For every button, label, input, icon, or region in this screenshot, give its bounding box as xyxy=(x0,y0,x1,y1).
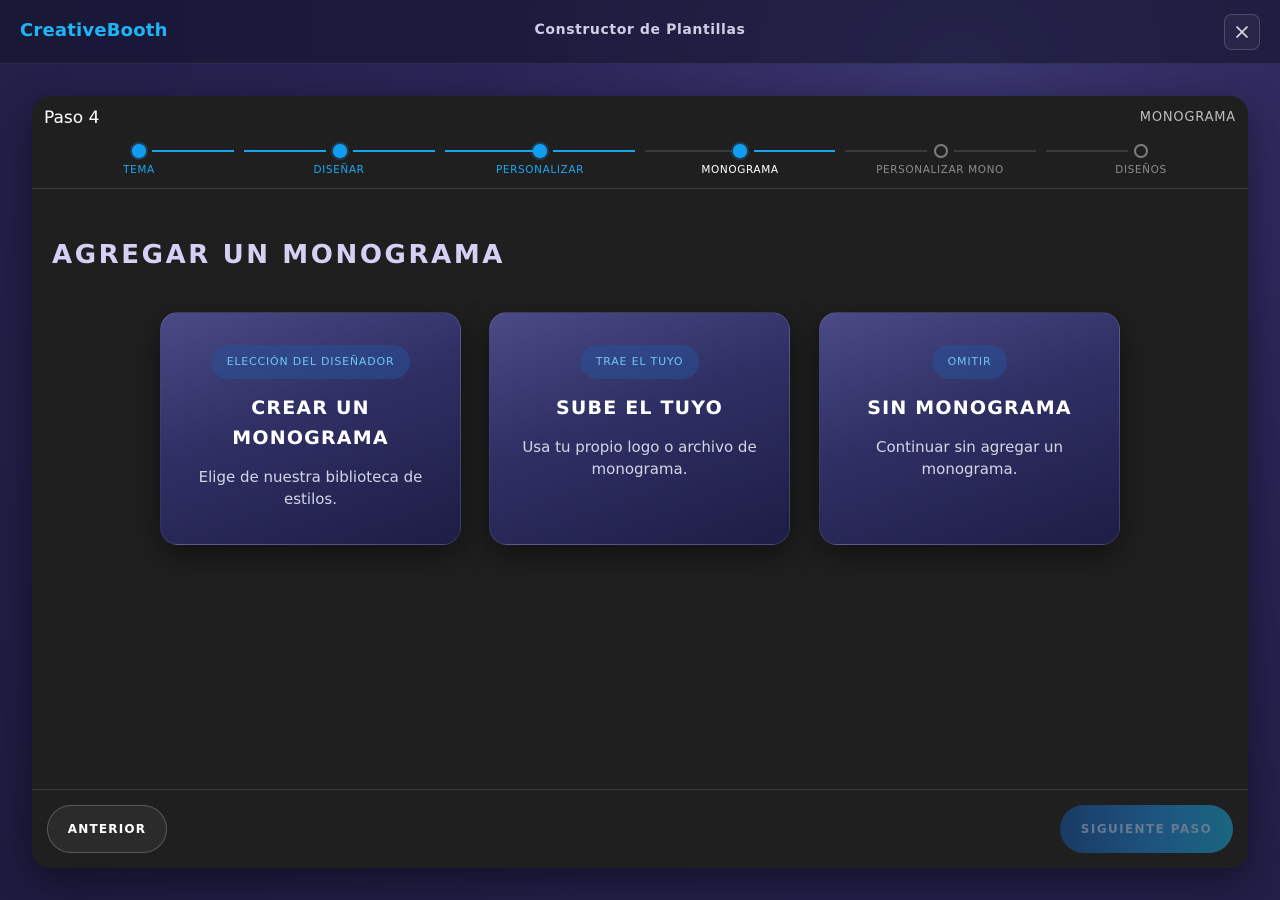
card-description: Continuar sin agregar un monograma. xyxy=(875,438,1064,478)
previous-button[interactable]: ANTERIOR xyxy=(47,805,167,853)
card-title: CREAR UN MONOGRAMA xyxy=(232,397,389,449)
close-icon xyxy=(1236,26,1248,38)
card-badge: TRAE EL TUYO xyxy=(579,345,700,379)
step-dot-tema[interactable] xyxy=(132,144,146,158)
stepper-connector xyxy=(845,150,927,152)
top-bar: CreativeBooth Constructor de Plantillas xyxy=(0,0,1280,64)
stepper-connector xyxy=(553,150,635,152)
step-name-tema[interactable]: TEMA xyxy=(39,164,239,176)
wizard-panel: Paso 4 MONOGRAMA TEMA DISEÑAR PERSONALIZ… xyxy=(32,96,1248,868)
card-badge: ELECCIÓN DEL DISEÑADOR xyxy=(210,345,411,379)
step-dot-disenar[interactable] xyxy=(333,144,347,158)
card-title: SUBE EL TUYO xyxy=(556,397,723,419)
step-name-disenos: DISEÑOS xyxy=(1115,164,1167,176)
step-name-personalizar[interactable]: PERSONALIZAR xyxy=(440,164,640,176)
stepper-connector xyxy=(645,150,732,152)
stepper-connector xyxy=(445,150,535,152)
step-dot-disenos xyxy=(1134,144,1148,158)
footer-divider xyxy=(32,789,1248,790)
option-card-upload-own[interactable]: TRAE EL TUYO SUBE EL TUYO Usa tu propio … xyxy=(489,312,790,545)
step-dot-personalizar-mono xyxy=(934,144,948,158)
next-step-button[interactable]: SIGUIENTE PASO xyxy=(1060,805,1233,853)
stepper-connector xyxy=(244,150,326,152)
page-title: Constructor de Plantillas xyxy=(534,22,746,38)
stepper-connector xyxy=(152,150,234,152)
close-button[interactable] xyxy=(1224,14,1260,50)
section-heading: AGREGAR UN MONOGRAMA xyxy=(52,240,506,270)
card-title: SIN MONOGRAMA xyxy=(867,397,1072,419)
current-step-name: MONOGRAMA xyxy=(1139,110,1236,125)
card-badge: OMITIR xyxy=(931,345,1008,379)
option-card-create-monogram[interactable]: ELECCIÓN DEL DISEÑADOR CREAR UN MONOGRAM… xyxy=(160,312,461,545)
step-name-monograma[interactable]: MONOGRAMA xyxy=(640,164,840,176)
stepper-connector xyxy=(1046,150,1128,152)
stepper-divider xyxy=(32,188,1248,189)
card-description: Usa tu propio logo o archivo de monogram… xyxy=(522,438,757,478)
stepper-connector xyxy=(353,150,435,152)
stepper-connector xyxy=(954,150,1036,152)
step-name-personalizar-mono: PERSONALIZAR MONO xyxy=(876,164,1004,176)
stepper-connector xyxy=(754,150,835,152)
step-dot-monograma[interactable] xyxy=(733,144,747,158)
step-dot-personalizar[interactable] xyxy=(533,144,547,158)
option-card-no-monogram[interactable]: OMITIR SIN MONOGRAMA Continuar sin agreg… xyxy=(819,312,1120,545)
step-number: Paso 4 xyxy=(44,108,100,128)
card-description: Elige de nuestra biblioteca de estilos. xyxy=(198,468,423,508)
step-name-disenar[interactable]: DISEÑAR xyxy=(239,164,439,176)
